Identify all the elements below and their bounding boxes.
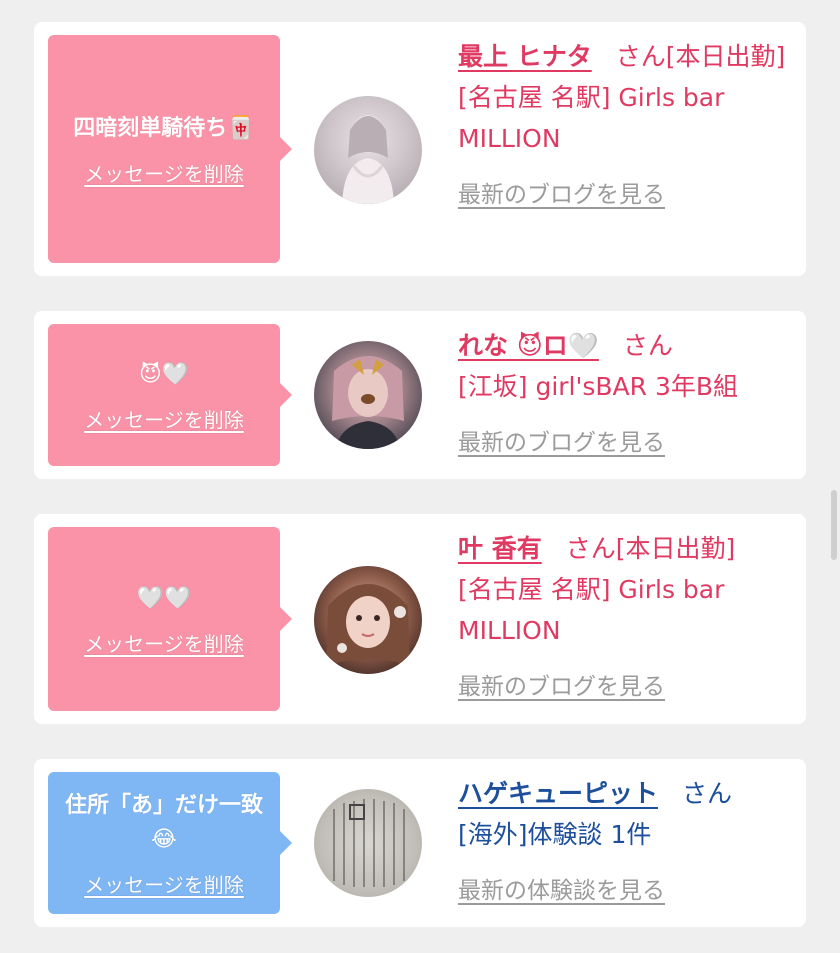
latest-blog-link[interactable]: 最新のブログを見る (458, 175, 665, 216)
avatar[interactable] (314, 566, 422, 674)
honorific: さん (565, 534, 616, 563)
favorite-card: 😈🤍 メッセージを削除 れな 😈ロ🤍 さん [江坂] girl'sBAR 3年B組… (34, 311, 806, 479)
avatar[interactable] (314, 96, 422, 204)
latest-blog-link[interactable]: 最新のブログを見る (458, 423, 665, 464)
shop-name: [江坂] girl'sBAR 3年B組 (458, 372, 739, 401)
favorite-card: 🤍🤍 メッセージを削除 叶 香有 さん[本日出勤] [名古屋 名駅] Girls … (34, 514, 806, 724)
profile-photo-icon (342, 115, 394, 204)
latest-experience-link[interactable]: 最新の体験談を見る (458, 871, 665, 912)
profile-photo-icon (326, 584, 410, 666)
avatar[interactable] (314, 341, 422, 449)
message-text: 🤍🤍 (136, 585, 192, 611)
experience-count: [海外]体験談 1件 (458, 820, 652, 849)
honorific: さん (682, 779, 733, 808)
delete-message-link[interactable]: メッセージを削除 (84, 404, 244, 433)
profile-name-link[interactable]: ハゲキューピット (458, 779, 658, 808)
message-text: 😈🤍 (138, 361, 190, 387)
work-status: [本日出勤] (665, 42, 786, 71)
profile-photo-icon (332, 356, 404, 449)
work-status: [本日出勤] (615, 534, 736, 563)
honorific: さん (615, 42, 666, 71)
profile-info: 最上 ヒナタ さん[本日出勤] [名古屋 名駅] Girls bar MILLIO… (458, 36, 794, 216)
message-bubble: 🤍🤍 メッセージを削除 (48, 527, 292, 711)
profile-name-link[interactable]: 最上 ヒナタ (458, 42, 592, 71)
profile-info: れな 😈ロ🤍 さん [江坂] girl'sBAR 3年B組 最新のブログを見る (458, 325, 794, 464)
profile-info: ハゲキューピット さん [海外]体験談 1件 最新の体験談を見る (458, 773, 794, 912)
shop-name: [名古屋 名駅] Girls bar MILLION (458, 575, 725, 645)
message-bubble: 😈🤍 メッセージを削除 (48, 324, 292, 466)
message-bubble: 住所「あ」だけ一致😂 メッセージを削除 (48, 772, 292, 914)
delete-message-link[interactable]: メッセージを削除 (84, 869, 244, 898)
honorific: さん (622, 331, 673, 360)
message-bubble: 四暗刻単騎待ち🀄 メッセージを削除 (48, 35, 292, 263)
delete-message-link[interactable]: メッセージを削除 (84, 158, 244, 187)
profile-info: 叶 香有 さん[本日出勤] [名古屋 名駅] Girls bar MILLION … (458, 528, 794, 708)
shop-name: [名古屋 名駅] Girls bar MILLION (458, 83, 725, 153)
favorite-card: 住所「あ」だけ一致😂 メッセージを削除 ハゲキューピット さん [海外]体験談 1… (34, 759, 806, 927)
scrollbar[interactable] (831, 490, 837, 560)
document-photo-icon (333, 799, 405, 887)
favorite-card: 四暗刻単騎待ち🀄 メッセージを削除 最上 ヒナタ さん[本日出勤] [名古屋 名駅… (34, 22, 806, 276)
latest-blog-link[interactable]: 最新のブログを見る (458, 667, 665, 708)
message-text: 四暗刻単騎待ち🀄 (73, 115, 255, 141)
profile-name-link[interactable]: 叶 香有 (458, 534, 542, 563)
profile-name-link[interactable]: れな 😈ロ🤍 (458, 331, 599, 360)
avatar[interactable] (314, 789, 422, 897)
message-text: 住所「あ」だけ一致😂 (64, 792, 263, 852)
delete-message-link[interactable]: メッセージを削除 (84, 628, 244, 657)
